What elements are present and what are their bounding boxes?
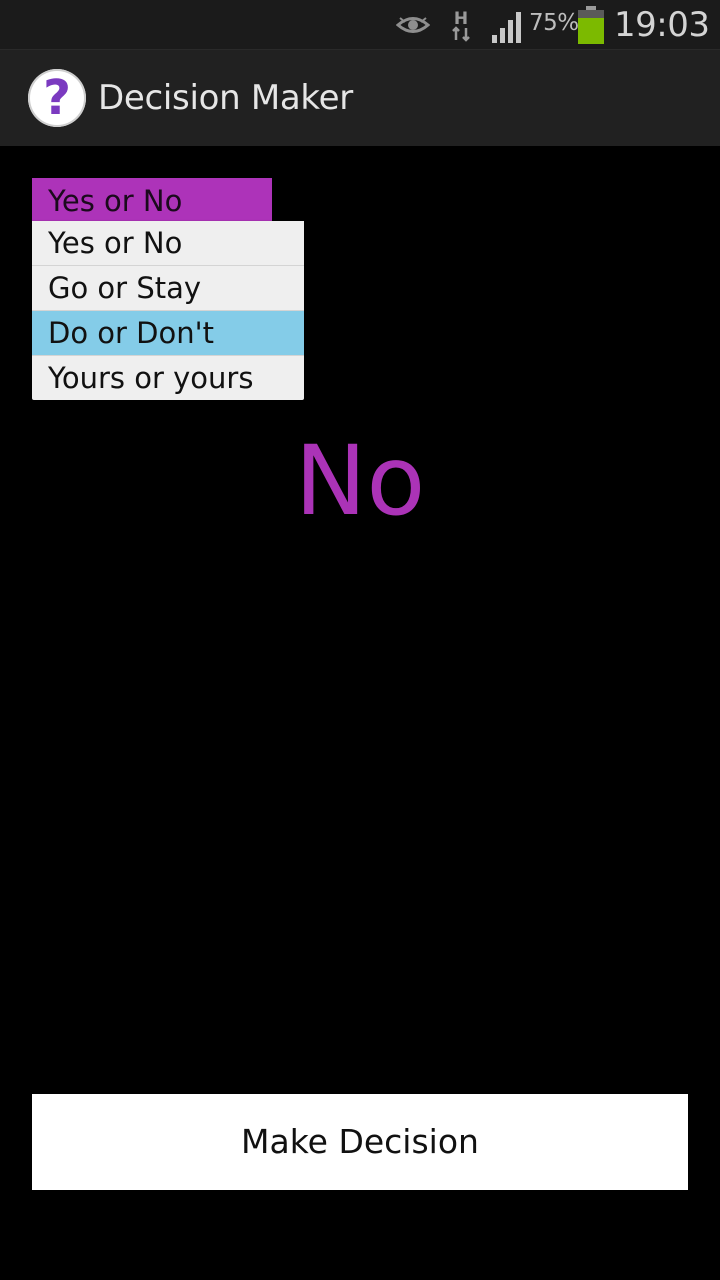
network-type-label: H: [454, 9, 468, 29]
question-mark-icon: ?: [43, 70, 71, 126]
decision-type-spinner[interactable]: Yes or No: [32, 178, 272, 222]
action-bar: ? Decision Maker: [0, 50, 720, 146]
spinner-dropdown: Yes or No Go or Stay Do or Don't Yours o…: [32, 221, 304, 400]
screen: H 75% 19:03 ? Decision Maker Yes or No Y…: [0, 0, 720, 1280]
dropdown-option-yes-or-no[interactable]: Yes or No: [32, 221, 304, 266]
make-decision-button[interactable]: Make Decision: [32, 1094, 688, 1190]
status-bar: H 75% 19:03: [0, 0, 720, 50]
decision-result: No: [294, 425, 426, 537]
dropdown-option-yours-or-yours[interactable]: Yours or yours: [32, 356, 304, 400]
eye-icon: [396, 17, 430, 33]
app-title: Decision Maker: [98, 78, 353, 118]
battery-icon: [578, 6, 604, 44]
app-icon: ?: [28, 69, 86, 127]
network-type-icon: H: [452, 9, 470, 42]
dropdown-option-go-or-stay[interactable]: Go or Stay: [32, 266, 304, 311]
clock: 19:03: [614, 5, 710, 45]
signal-icon: [492, 12, 521, 43]
dropdown-option-do-or-dont[interactable]: Do or Don't: [32, 311, 304, 356]
battery-percent: 75%: [529, 10, 579, 36]
